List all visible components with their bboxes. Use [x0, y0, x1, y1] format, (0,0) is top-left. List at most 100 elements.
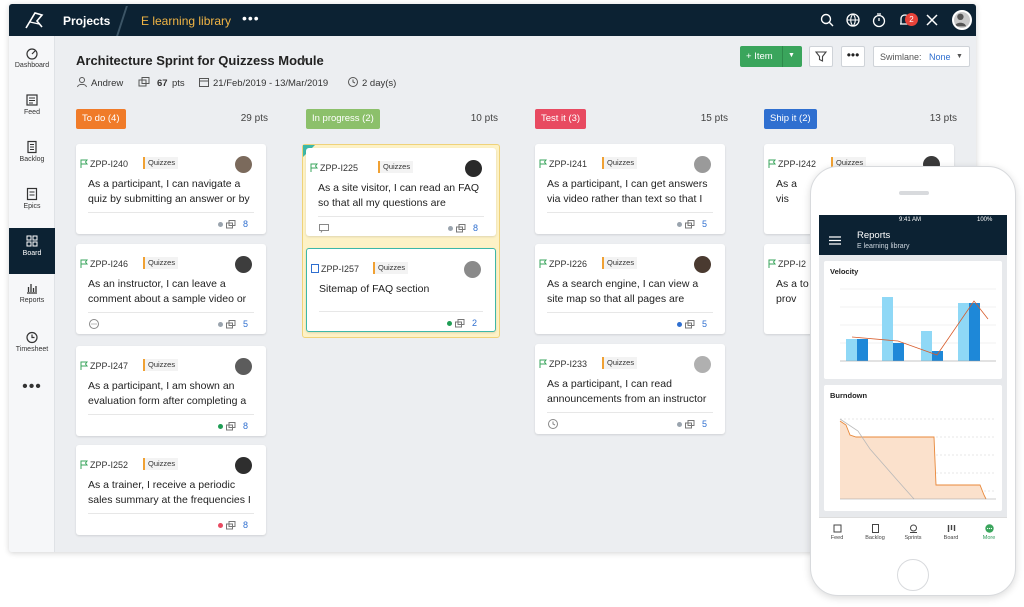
sprint-title[interactable]: Architecture Sprint for Quizzess Module — [76, 53, 324, 68]
sidebar-item-timesheet[interactable]: Timesheet — [9, 324, 55, 370]
story-id[interactable]: ZPP-I252 — [90, 460, 128, 470]
story-card[interactable]: ZPP-I241 Quizzes As a participant, I can… — [535, 144, 725, 234]
phone-nav-sprints[interactable]: Sprints — [895, 524, 931, 541]
assignee-avatar[interactable] — [464, 261, 481, 278]
story-card[interactable]: ZPP-I246 Quizzes As an instructor, I can… — [76, 244, 266, 334]
sidebar-item-label: Epics — [23, 203, 41, 210]
priority-dot — [677, 422, 682, 427]
swimlane-select[interactable]: Swimlane: None ▼ — [873, 46, 970, 67]
duration-clock-icon — [348, 77, 358, 87]
chat-icon[interactable] — [318, 222, 330, 234]
column-count: (3) — [568, 113, 581, 124]
projects-link[interactable]: Projects — [63, 14, 110, 28]
story-points: 8 — [242, 219, 248, 229]
story-id[interactable]: ZPP-I240 — [90, 159, 128, 169]
story-tag: Quizzes — [373, 262, 409, 274]
reports-icon — [27, 284, 37, 294]
points-icon — [226, 220, 236, 229]
story-id[interactable]: ZPP-I226 — [549, 259, 587, 269]
phone-nav-label: More — [982, 535, 996, 541]
story-points: 5 — [242, 319, 248, 329]
board-more-button[interactable]: ••• — [841, 46, 865, 67]
sidebar-more-button[interactable]: ••• — [9, 378, 55, 396]
assignee-avatar[interactable] — [694, 356, 711, 373]
filter-button[interactable] — [809, 46, 833, 67]
assignee-avatar[interactable] — [465, 160, 482, 177]
phone-home-button — [897, 559, 929, 591]
app-logo-icon[interactable] — [23, 10, 45, 30]
owner-user-icon — [77, 77, 87, 88]
card-divider — [88, 414, 254, 415]
column-points-in-progress: 10 pts — [470, 113, 498, 124]
story-tag: Quizzes — [602, 157, 638, 169]
burndown-chart-card[interactable]: Burndown — [824, 385, 1002, 511]
user-avatar[interactable] — [952, 10, 972, 30]
phone-nav-board[interactable]: Board — [933, 524, 969, 541]
sidebar-item-dashboard[interactable]: Dashboard — [9, 40, 55, 86]
notification-count-badge: 2 — [905, 13, 918, 26]
add-item-button[interactable]: + Item ▼ — [740, 46, 802, 67]
story-id[interactable]: ZPP-I247 — [90, 361, 128, 371]
project-more-button[interactable]: ••• — [242, 10, 260, 26]
phone-nav-more[interactable]: More — [971, 524, 1007, 541]
search-icon[interactable] — [819, 12, 835, 28]
assignee-avatar[interactable] — [235, 156, 252, 173]
card-divider — [547, 412, 713, 413]
story-id[interactable]: ZPP-I241 — [549, 159, 587, 169]
story-id[interactable]: ZPP-I242 — [778, 159, 816, 169]
phone-nav-feed[interactable]: Feed — [819, 524, 855, 541]
sidebar-item-label: Board — [22, 250, 42, 257]
comment-icon[interactable] — [88, 318, 100, 330]
story-id[interactable]: ZPP-I225 — [320, 163, 358, 173]
dashboard-icon — [26, 48, 38, 60]
assignee-avatar[interactable] — [694, 156, 711, 173]
story-id[interactable]: ZPP-I233 — [549, 359, 587, 369]
sidebar-item-epics[interactable]: Epics — [9, 181, 55, 227]
story-card[interactable]: ZPP-I233 Quizzes As a participant, I can… — [535, 344, 725, 434]
add-item-label: + Item — [746, 51, 773, 62]
column-header-test-it[interactable]: Test it (3) — [535, 109, 587, 129]
column-points-test-it: 15 pts — [700, 113, 728, 124]
priority-dot — [218, 523, 223, 528]
clock-icon[interactable] — [547, 418, 559, 430]
story-card[interactable]: ZPP-I225 Quizzes As a site visitor, I ca… — [306, 148, 496, 236]
timer-icon[interactable] — [871, 12, 887, 28]
add-item-chevron-down-icon[interactable]: ▼ — [788, 52, 795, 59]
story-text: As a trainer, I receive a periodic sales… — [88, 479, 251, 506]
points-icon — [226, 521, 236, 530]
column-points-todo: 29 pts — [240, 113, 268, 124]
sidebar-item-backlog[interactable]: Backlog — [9, 134, 55, 180]
assignee-avatar[interactable] — [235, 256, 252, 273]
sprint-dropdown-chevron-down-icon[interactable]: ▼ — [300, 56, 308, 65]
column-header-in-progress[interactable]: In progress (2) — [306, 109, 380, 129]
sidebar-item-board[interactable]: Board — [9, 228, 55, 274]
story-text: As a participant, I can get answers via … — [547, 178, 708, 205]
story-card[interactable]: ZPP-I257 Quizzes Sitemap of FAQ section … — [306, 248, 496, 332]
phone-nav-label: Backlog — [865, 535, 885, 541]
assignee-avatar[interactable] — [235, 457, 252, 474]
assignee-avatar[interactable] — [694, 256, 711, 273]
story-card[interactable]: ZPP-I240 Quizzes As a participant, I can… — [76, 144, 266, 234]
story-id[interactable]: ZPP-I2 — [778, 259, 806, 269]
story-card[interactable]: ZPP-I252 Quizzes As a trainer, I receive… — [76, 445, 266, 535]
column-header-ship-it[interactable]: Ship it (2) — [764, 109, 817, 129]
timesheet-icon — [26, 331, 38, 344]
column-header-todo[interactable]: To do (4) — [76, 109, 126, 129]
story-card[interactable]: ZPP-I247 Quizzes As a participant, I am … — [76, 346, 266, 436]
priority-dot — [218, 322, 223, 327]
phone-nav-backlog[interactable]: Backlog — [857, 524, 893, 541]
assignee-avatar[interactable] — [235, 358, 252, 375]
story-card[interactable]: ZPP-I226 Quizzes As a search engine, I c… — [535, 244, 725, 334]
flag-icon — [539, 359, 547, 368]
sidebar-item-reports[interactable]: Reports — [9, 275, 55, 321]
globe-icon[interactable] — [845, 12, 861, 28]
velocity-chart-card[interactable]: Velocity — [824, 261, 1002, 379]
phone-mockup: 9:41 AM 100% Reports E learning library … — [810, 166, 1016, 596]
points-icon — [456, 224, 466, 233]
menu-icon[interactable] — [829, 236, 841, 245]
project-name-link[interactable]: E learning library — [141, 14, 231, 28]
tools-icon[interactable] — [924, 12, 940, 28]
story-id[interactable]: ZPP-I246 — [90, 259, 128, 269]
sidebar-item-feed[interactable]: Feed — [9, 87, 55, 133]
story-id[interactable]: ZPP-I257 — [321, 264, 359, 274]
